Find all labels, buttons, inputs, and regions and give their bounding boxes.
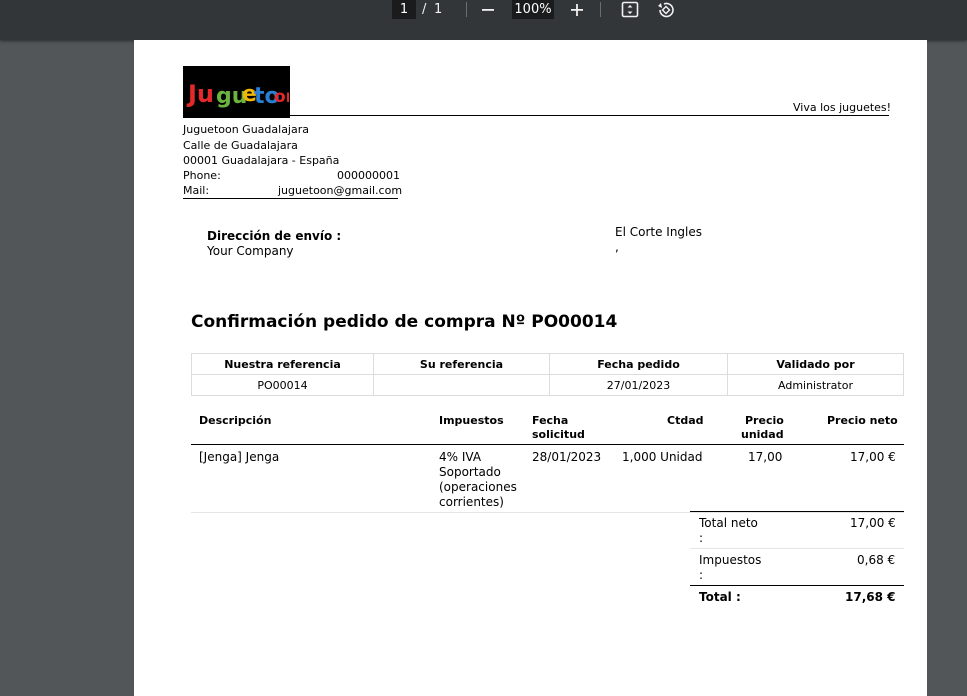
total-net-value: 17,00 € (850, 516, 896, 530)
col-header-taxes: Impuestos (439, 414, 504, 427)
zoom-value-text: 100% (514, 2, 552, 17)
document-title: Confirmación pedido de compra Nº PO00014 (191, 312, 618, 332)
totals-top-rule (690, 511, 904, 512)
juguetoon-logo-icon: Ju gu e to on (186, 80, 289, 109)
page-total-text: 1 (434, 2, 443, 17)
page-number-input[interactable]: 1 (392, 0, 416, 19)
line-description: [Jenga] Jenga (199, 450, 280, 464)
grand-total-value: 17,68 € (845, 590, 896, 604)
toolbar-divider (600, 2, 601, 17)
mail-label: Mail: (183, 184, 210, 197)
svg-text:on: on (274, 87, 289, 107)
minus-icon (482, 8, 494, 11)
line-tax-line4: corrientes) (439, 495, 504, 509)
line-net: 17,00 € (850, 450, 896, 464)
ref-header-ours: Nuestra referencia (191, 353, 374, 375)
zoom-input[interactable]: 100% (512, 0, 554, 19)
plus-icon (571, 3, 583, 16)
rotate-button[interactable] (656, 0, 676, 19)
company-street: Calle de Guadalajara (183, 139, 298, 152)
ref-header-yours: Su referencia (373, 353, 550, 375)
line-taxes: 4% IVA Soportado (operaciones corrientes… (439, 450, 517, 510)
rotate-icon (658, 2, 674, 17)
ref-header-validated: Validado por (727, 353, 904, 375)
phone-value: 000000001 (337, 169, 400, 182)
total-net-label: Total neto : (699, 516, 758, 546)
ref-value-ours: PO00014 (191, 374, 374, 396)
totals-final-rule (690, 585, 904, 586)
col-header-date-2: solicitud (532, 428, 585, 441)
company-name: Juguetoon Guadalajara (183, 123, 309, 136)
line-tax-line1: 4% IVA (439, 450, 482, 464)
total-tax-value: 0,68 € (857, 553, 896, 567)
col-header-price-1: Precio (745, 414, 784, 427)
total-net-label-line2: : (699, 531, 704, 545)
total-tax-label: Impuestos : (699, 553, 761, 583)
total-tax-label-line1: Impuestos (699, 553, 762, 567)
page-total: 1 (434, 0, 442, 19)
page-current-text: 1 (399, 2, 409, 17)
shipping-company: Your Company (207, 244, 294, 258)
company-logo: Ju gu e to on (183, 66, 290, 118)
toolbar-divider (466, 2, 467, 17)
col-header-price-2: unidad (741, 428, 784, 441)
total-tax-label-line2: : (699, 568, 704, 582)
line-tax-line3: (operaciones (439, 480, 517, 494)
totals-mid-rule (690, 548, 904, 549)
lines-header-rule (191, 444, 904, 445)
grand-total-label: Total : (699, 590, 741, 604)
vendor-extra: , (615, 240, 619, 254)
references-table: Nuestra referencia Su referencia Fecha p… (191, 353, 904, 396)
total-net-label-line1: Total neto (699, 516, 758, 530)
phone-label: Phone: (183, 169, 221, 182)
ref-value-yours (373, 374, 550, 396)
svg-text:Ju: Ju (186, 80, 214, 108)
line-row-rule (191, 512, 904, 513)
col-header-date-1: Fecha (532, 414, 569, 427)
col-header-net: Precio neto (827, 414, 898, 427)
header-rule (290, 115, 889, 116)
line-qty: 1,000 Unidad (622, 450, 703, 464)
line-date: 28/01/2023 (532, 450, 602, 464)
references-header-row: Nuestra referencia Su referencia Fecha p… (191, 353, 904, 375)
page-separator-text: / (422, 2, 427, 17)
page-separator: / (422, 0, 426, 19)
shipping-label: Dirección de envío : (207, 229, 342, 243)
line-tax-line2: Soportado (439, 465, 501, 479)
pdf-page: Ju gu e to on Viva los juguetes! Jugueto… (134, 40, 927, 696)
zoom-in-button[interactable] (567, 0, 587, 19)
company-tagline: Viva los juguetes! (793, 101, 892, 114)
zoom-out-button[interactable] (478, 0, 498, 19)
col-header-qty: Ctdad (667, 414, 704, 427)
company-city: 00001 Guadalajara - España (183, 154, 340, 167)
fit-page-button[interactable] (620, 0, 640, 19)
ref-header-date: Fecha pedido (549, 353, 728, 375)
pdf-viewer-toolbar: 1 / 1 100% (0, 0, 967, 40)
ref-value-validated: Administrator (727, 374, 904, 396)
line-price: 17,00 (748, 450, 783, 464)
col-header-description: Descripción (199, 414, 272, 427)
fit-page-icon (621, 1, 639, 18)
vendor-name: El Corte Ingles (615, 225, 703, 239)
ref-value-date: 27/01/2023 (549, 374, 728, 396)
references-value-row: PO00014 27/01/2023 Administrator (191, 374, 904, 396)
address-rule (183, 198, 398, 199)
mail-value: juguetoon@gmail.com (278, 184, 403, 197)
